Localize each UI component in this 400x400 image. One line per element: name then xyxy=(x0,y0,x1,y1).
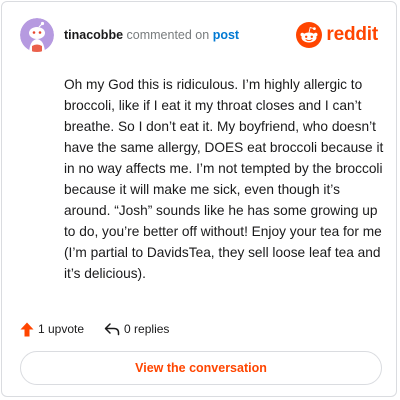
replies-stat[interactable]: 0 replies xyxy=(104,322,169,336)
comment-body: Oh my God this is ridiculous. I’m highly… xyxy=(64,77,384,281)
upvote-stat[interactable]: 1 upvote xyxy=(20,322,84,337)
snoo-avatar-icon xyxy=(20,18,54,52)
author-name[interactable]: tinacobbe xyxy=(64,28,123,42)
reply-arrow-icon xyxy=(104,323,120,336)
comment-stats: 1 upvote 0 replies xyxy=(20,320,169,338)
comment-embed-card: tinacobbe commented on post reddit Oh my… xyxy=(1,1,397,397)
reddit-brand[interactable]: reddit xyxy=(296,21,378,49)
comment-header: tinacobbe commented on post reddit xyxy=(20,18,380,52)
upvote-count: 1 upvote xyxy=(38,322,85,336)
upvote-arrow-icon xyxy=(20,322,34,336)
author-line: tinacobbe commented on post xyxy=(64,28,239,42)
brand-wordmark: reddit xyxy=(326,24,378,45)
user-avatar[interactable] xyxy=(20,18,54,52)
replies-count: 0 replies xyxy=(124,322,170,336)
reddit-snoo-logo-icon xyxy=(296,22,323,48)
post-link[interactable]: post xyxy=(213,28,239,42)
view-conversation-button[interactable]: View the conversation xyxy=(20,351,382,385)
action-text: commented on xyxy=(126,28,210,42)
